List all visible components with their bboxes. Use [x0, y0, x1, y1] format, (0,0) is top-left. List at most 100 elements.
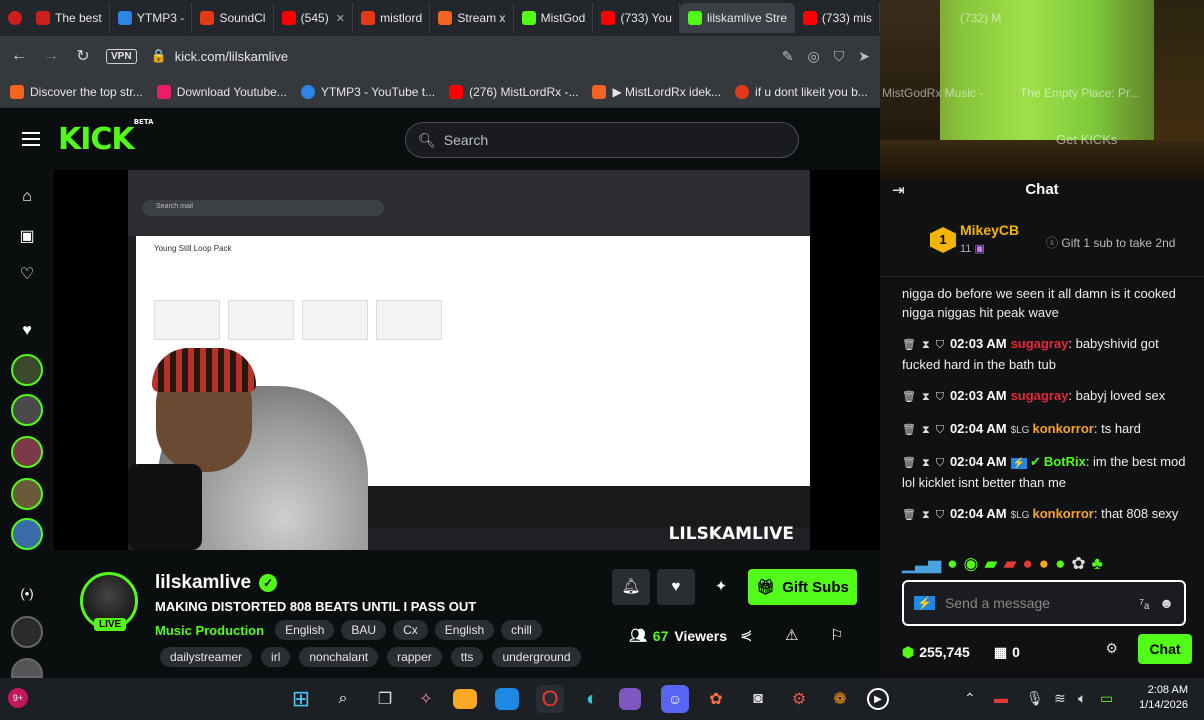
home-icon[interactable]: ⌂ [17, 188, 37, 208]
followed-avatar[interactable] [11, 658, 43, 678]
edit-icon[interactable]: ✎ [782, 48, 794, 65]
tag[interactable]: rapper [387, 647, 442, 667]
media-player-icon[interactable]: ▶ [867, 688, 889, 710]
forward-icon[interactable]: → [42, 47, 60, 65]
tab-0[interactable]: The best [28, 3, 110, 33]
close-tab-icon[interactable]: ✕ [336, 12, 345, 25]
file-explorer-icon[interactable] [453, 689, 477, 709]
bookmark-1[interactable]: Download Youtube... [156, 84, 287, 99]
app-icon[interactable]: ⚙ [785, 685, 813, 713]
follow-heart-button[interactable]: ♥ [657, 569, 695, 605]
browse-icon[interactable]: ▣ [17, 226, 37, 246]
widgets-icon[interactable]: 9+ [8, 688, 28, 708]
emoji-icon[interactable]: ☻ [1159, 595, 1174, 611]
tag[interactable]: underground [492, 647, 581, 667]
followed-avatar[interactable] [11, 354, 43, 386]
category-link[interactable]: Music Production [155, 623, 264, 638]
search-bar[interactable]: 🔍︎ Search [405, 122, 799, 158]
bookmark-5[interactable]: if u dont likeit you b... [735, 84, 868, 99]
tag[interactable]: BAU [341, 620, 387, 640]
ban-icon[interactable]: ⛉ [936, 339, 944, 351]
message-user[interactable]: konkorror [1032, 421, 1093, 436]
bookmark-2[interactable]: YTMP3 - YouTube t... [300, 84, 435, 99]
gift-subs-button[interactable]: 🎁︎ Gift Subs [748, 569, 857, 605]
back-icon[interactable]: ← [10, 47, 28, 65]
tag[interactable]: irl [261, 647, 291, 667]
emote-icon[interactable]: ▰ [1003, 554, 1016, 574]
task-view-icon[interactable]: ❐ [371, 685, 399, 713]
clock[interactable]: 2:08 AM 1/14/2026 [1139, 683, 1188, 713]
drops-count[interactable]: ▦ 0 [994, 644, 1020, 661]
tab-3[interactable]: (545) ✕ [274, 3, 354, 33]
menu-icon[interactable] [22, 132, 40, 150]
timeout-icon[interactable]: ⧗ [922, 424, 930, 436]
broadcast-icon[interactable]: (•) [17, 586, 37, 606]
battery-icon[interactable]: ▭ [1100, 690, 1113, 707]
ban-icon[interactable]: ⛉ [936, 391, 944, 403]
outlook-icon[interactable] [495, 688, 519, 710]
ban-icon[interactable]: ⛉ [936, 457, 944, 469]
opera-taskbar-icon[interactable]: O [536, 685, 564, 713]
delete-icon[interactable]: 🗑︎ [902, 509, 916, 521]
media-icon[interactable] [619, 688, 641, 710]
message-user[interactable]: sugagray [1011, 336, 1069, 351]
report-icon[interactable]: ⚠ [785, 626, 798, 644]
bookmark-0[interactable]: Discover the top str... [10, 84, 143, 99]
delete-icon[interactable]: 🗑︎ [902, 457, 916, 469]
tray-chevron-icon[interactable]: ⌃ [964, 690, 976, 707]
tab-9[interactable]: (733) mis [795, 3, 880, 33]
opera-icon[interactable] [8, 11, 22, 25]
tab-1[interactable]: YTMP3 - [110, 3, 193, 33]
edge-icon[interactable]: ◐ [578, 685, 606, 713]
discord-icon[interactable]: ☺ [661, 685, 689, 713]
tag[interactable]: nonchalant [299, 647, 379, 667]
settings-gear-icon[interactable]: ⚙ [1105, 640, 1118, 657]
equalizer-emote-icon[interactable]: ▁▃▅ [902, 554, 941, 574]
globe-emote-icon[interactable]: ◉ [964, 554, 979, 574]
notification-bell-button[interactable]: 🔔︎ [612, 569, 650, 605]
bookmark-4[interactable]: ▶ MistLordRx idek... [592, 84, 721, 99]
emote-icon[interactable]: ● [1055, 554, 1065, 574]
emote-icon[interactable]: ✿ [1071, 554, 1085, 574]
send-chat-button[interactable]: Chat [1138, 634, 1192, 664]
tab-5[interactable]: Stream x [430, 3, 514, 33]
timeout-icon[interactable]: ⧗ [922, 339, 930, 351]
chat-input[interactable]: ⚡ Send a message ⁷ₐ ☻ [902, 580, 1186, 626]
emote-icon[interactable]: ● [947, 554, 957, 574]
video-player[interactable]: Search mail Young Still Loop Pack LILSKA… [54, 170, 880, 550]
fl-studio-icon[interactable]: ❁ [826, 685, 854, 713]
volume-icon[interactable]: 🔈︎ [1078, 690, 1086, 707]
following-icon[interactable]: ♡ [17, 264, 37, 284]
copilot-icon[interactable]: ✧ [412, 685, 440, 713]
kick-emote-icon[interactable]: ⚡ [914, 596, 935, 610]
delete-icon[interactable]: 🗑︎ [902, 391, 916, 403]
camera-icon[interactable]: ◎ [808, 48, 820, 65]
start-icon[interactable]: ⊞ [287, 685, 315, 713]
delete-icon[interactable]: 🗑︎ [902, 424, 916, 436]
timeout-icon[interactable]: ⧗ [922, 457, 930, 469]
tag[interactable]: English [275, 620, 335, 640]
tag[interactable]: chill [501, 620, 542, 640]
translate-icon[interactable]: ⁷ₐ [1139, 595, 1149, 611]
gift-prompt[interactable]: ⓢ Gift 1 sub to take 2nd [1046, 234, 1175, 251]
sub-leaderboard[interactable]: 1 MikeyCB 11 ▣ ⓢ Gift 1 sub to take 2nd [900, 218, 1200, 268]
ban-icon[interactable]: ⛉ [936, 509, 944, 521]
kick-logo[interactable]: KICKBETA [58, 118, 153, 157]
message-user[interactable]: sugagray [1011, 388, 1069, 403]
tab-6[interactable]: MistGod [514, 3, 594, 33]
tab-2[interactable]: SoundCl [192, 3, 274, 33]
kicks-balance[interactable]: ⬢ 255,745 [902, 644, 970, 661]
tag[interactable]: tts [450, 647, 484, 667]
search-taskbar-icon[interactable]: ⌕ [329, 685, 357, 713]
bookmark-3[interactable]: (276) MistLordRx -... [449, 84, 578, 99]
message-user[interactable]: BotRix [1044, 454, 1086, 469]
microphone-icon[interactable]: 🎙︎ [1026, 690, 1044, 707]
sparkle-button[interactable]: ✦ [702, 569, 740, 605]
heart-icon[interactable]: ♥ [17, 322, 37, 342]
emote-icon[interactable]: ● [1039, 554, 1049, 574]
tag[interactable]: dailystreamer [160, 647, 253, 667]
followed-avatar[interactable] [11, 518, 43, 550]
channel-name[interactable]: lilskamlive ✓ [155, 572, 278, 594]
tab-8-active[interactable]: lilskamlive Stre [680, 3, 795, 33]
emote-icon[interactable]: ♣ [1092, 554, 1103, 574]
